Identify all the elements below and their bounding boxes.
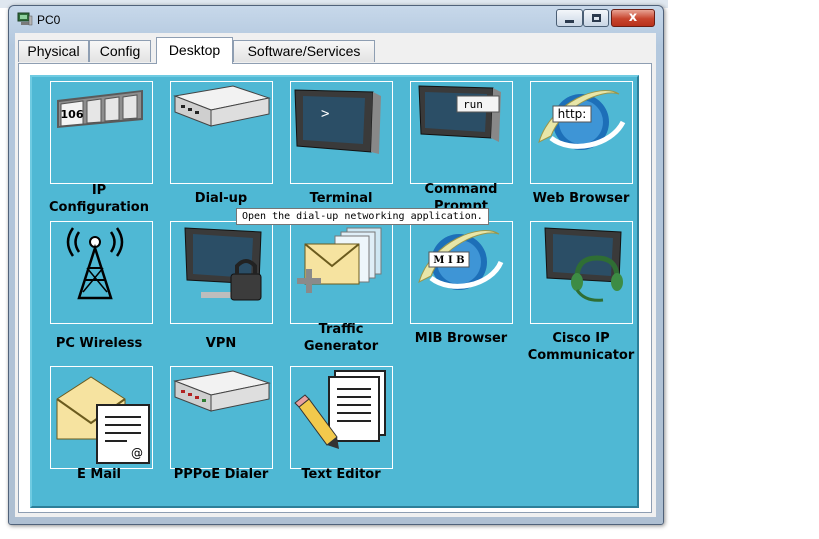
window-client-area: Physical Config Desktop Software/Service… (15, 33, 656, 517)
maximize-icon (592, 14, 601, 22)
pppoe-dialer-icon (173, 370, 271, 412)
email-at-text: @ (131, 446, 143, 460)
vpn-tile[interactable] (170, 221, 273, 324)
vpn-icon (184, 227, 262, 301)
app-label-vpn: VPN (205, 336, 237, 351)
traffic-generator-tile[interactable] (290, 221, 393, 324)
mib-text: M I B (433, 255, 464, 266)
empty-desktop-area (668, 0, 819, 539)
cisco-ip-communicator-tile[interactable] (530, 221, 633, 324)
pc-icon (17, 12, 33, 26)
cmd-run-text: run (463, 98, 483, 111)
mib-browser-icon: M I B (418, 230, 504, 290)
title-bar[interactable]: PC0 x (9, 6, 663, 30)
pc-wireless-icon (66, 227, 124, 300)
minimize-icon (565, 20, 574, 23)
email-tile[interactable]: @ (50, 366, 153, 469)
app-label-mib-browser: MIB Browser (414, 331, 508, 346)
tab-panel: 106 > run http: IP Configuration Dial-up… (18, 63, 652, 513)
ip-configuration-icon: 106 (57, 90, 143, 128)
cisco-ip-communicator-icon (544, 227, 623, 302)
window-title: PC0 (37, 13, 61, 27)
app-label-text-editor: Text Editor (301, 467, 381, 482)
mib-browser-tile[interactable]: M I B (410, 221, 513, 324)
app-label-email: E Mail (76, 467, 122, 482)
app-label-dial-up: Dial-up (194, 191, 248, 206)
text-editor-icon (294, 370, 386, 449)
terminal-prompt-text: > (321, 106, 329, 122)
app-label-pc-wireless: PC Wireless (55, 336, 143, 351)
app-label-terminal: Terminal (309, 191, 373, 206)
ip-number-text: 106 (61, 108, 84, 121)
traffic-generator-icon (297, 227, 382, 293)
ip-configuration-tile[interactable]: 106 (50, 81, 153, 184)
web-http-text: http: (558, 107, 587, 121)
maximize-button[interactable] (583, 9, 609, 27)
dial-up-tile[interactable] (170, 81, 273, 184)
dial-up-icon (173, 85, 271, 127)
tab-config[interactable]: Config (89, 40, 151, 62)
tab-software-services[interactable]: Software/Services (233, 40, 375, 62)
tab-desktop[interactable]: Desktop (156, 37, 233, 64)
app-label-web-browser: Web Browser (532, 191, 630, 206)
app-label-pppoe-dialer: PPPoE Dialer (173, 467, 269, 482)
pppoe-dialer-tile[interactable] (170, 366, 273, 469)
pc-wireless-tile[interactable] (50, 221, 153, 324)
app-label-traffic-generator: Traffic Generator (303, 322, 379, 354)
terminal-tile[interactable]: > (290, 81, 393, 184)
app-label-ip-configuration: IP Configuration (49, 183, 149, 215)
close-icon: x (628, 10, 638, 25)
web-browser-tile[interactable]: http: (530, 81, 633, 184)
close-button[interactable]: x (611, 9, 655, 27)
terminal-icon: > (294, 89, 381, 154)
email-icon: @ (56, 376, 150, 464)
desktop-area: 106 > run http: IP Configuration Dial-up… (30, 75, 639, 508)
web-browser-icon: http: (538, 90, 626, 150)
text-editor-tile[interactable] (290, 366, 393, 469)
tab-physical[interactable]: Physical (18, 40, 89, 62)
command-prompt-icon: run (418, 85, 501, 142)
tooltip: Open the dial-up networking application. (236, 208, 489, 225)
pc0-window: PC0 x Physical Config Desktop Software/S… (8, 5, 664, 525)
minimize-button[interactable] (556, 9, 583, 27)
app-label-cisco-ip-communicator: Cisco IP Communicator (527, 331, 635, 363)
command-prompt-tile[interactable]: run (410, 81, 513, 184)
